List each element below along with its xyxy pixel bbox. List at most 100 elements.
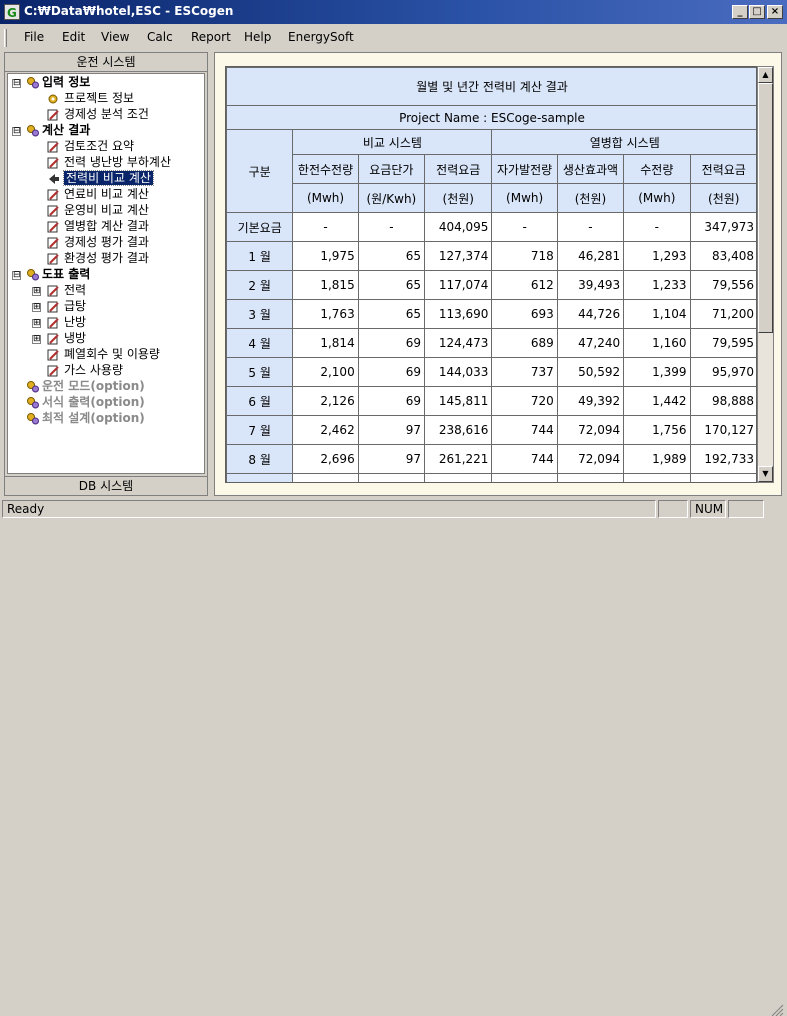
table-cell: 404,095	[424, 212, 493, 242]
tree-item-review-summary[interactable]: 검토조건 요약	[64, 139, 134, 155]
column-header: 전력요금	[424, 154, 493, 184]
arrow-left-icon	[49, 174, 59, 184]
table-cell: 65	[357, 299, 426, 329]
collapse-icon[interactable]: ⊟	[12, 79, 21, 88]
tree-item-cogen-results[interactable]: 열병합 계산 결과	[64, 219, 149, 235]
tree-item-economic-eval[interactable]: 경제성 평가 결과	[64, 235, 149, 251]
operation-system-tab[interactable]: 운전 시스템	[5, 53, 207, 72]
app-icon[interactable]: G	[4, 4, 20, 20]
menu-view[interactable]: View	[101, 30, 129, 44]
tree-node-form-output[interactable]: 서식 출력(option)	[42, 395, 145, 411]
row-label: 기본요금	[226, 212, 294, 242]
table-cell: 145,811	[424, 386, 493, 416]
group-header-cogen: 열병합 시스템	[491, 129, 756, 155]
table-cell: 49,392	[556, 386, 625, 416]
row-label: 9 월	[226, 473, 294, 482]
scroll-up-button[interactable]: ▲	[758, 67, 773, 83]
table-row: 3 월 1,763 65 113,690 693 44,726 1,104 71,200	[226, 299, 756, 329]
close-button[interactable]: ×	[767, 5, 783, 19]
table-cell: 49,392	[556, 473, 625, 482]
tree-node-operation-mode[interactable]: 운전 모드(option)	[42, 379, 145, 395]
unit-header: (Mwh)	[491, 183, 558, 213]
table-cell: 124,473	[424, 328, 493, 358]
status-text: Ready	[2, 500, 656, 518]
table-cell: 97	[357, 444, 426, 474]
tree-node-input-info[interactable]: 입력 정보	[42, 75, 90, 91]
tools-group-icon	[27, 397, 39, 409]
unit-header: (Mwh)	[292, 183, 359, 213]
table-cell: 744	[491, 444, 558, 474]
row-label: 4 월	[226, 328, 294, 358]
table-cell: 39,493	[556, 270, 625, 300]
title-bar[interactable]: G C:₩Data₩hotel,ESC - ESCogen _ □ ×	[0, 0, 787, 24]
tree-item-load-calc[interactable]: 전력 냉난방 부하계산	[64, 155, 171, 171]
column-header: 생산효과액	[556, 154, 625, 184]
tree-item-fuel-cost[interactable]: 연료비 비교 계산	[64, 187, 149, 203]
row-label: 7 월	[226, 415, 294, 445]
menu-energysoft[interactable]: EnergySoft	[288, 30, 354, 44]
table-row: 4 월 1,814 69 124,473 689 47,240 1,160 79,595	[226, 328, 756, 358]
table-cell: 95,970	[689, 357, 756, 387]
tree-item-electricity-cost[interactable]: 전력비 비교 계산	[63, 170, 154, 187]
scroll-thumb[interactable]	[758, 83, 773, 333]
table-row: 5 월 2,100 69 144,033 737 50,592 1,399 95,970	[226, 357, 756, 387]
tree-node-chart-output[interactable]: 도표 출력	[42, 267, 90, 283]
pencil-doc-icon	[47, 109, 59, 121]
tree-item-chart-electricity[interactable]: 전력	[64, 283, 86, 299]
tree-node-calc-results[interactable]: 계산 결과	[42, 123, 90, 139]
tree-node-optimal-design[interactable]: 최적 설계(option)	[42, 411, 145, 427]
maximize-button[interactable]: □	[749, 5, 765, 19]
tree-item-chart-gas[interactable]: 가스 사용량	[64, 363, 123, 379]
table-cell: 170,127	[689, 415, 756, 445]
expand-icon[interactable]: ⊞	[32, 303, 41, 312]
tree-item-economic-conditions[interactable]: 경제성 분석 조건	[64, 107, 149, 123]
table-row: 9 월2,56669176,04072049,3921,882129,117	[226, 473, 756, 482]
menu-grip	[4, 29, 7, 47]
table-cell: 47,240	[556, 328, 625, 358]
column-header-row: 한전수전량 요금단가 전력요금 자가발전량 생산효과액 수전량 전력요금	[227, 154, 756, 184]
pencil-doc-icon	[47, 205, 59, 217]
tree-item-project-info[interactable]: 프로젝트 정보	[64, 91, 134, 107]
menu-help[interactable]: Help	[244, 30, 271, 44]
expand-icon[interactable]: ⊞	[32, 319, 41, 328]
menu-file[interactable]: File	[24, 30, 44, 44]
status-pane-cap	[658, 500, 688, 518]
status-pane-scrl	[728, 500, 764, 518]
pencil-doc-icon	[47, 141, 59, 153]
pencil-doc-icon	[47, 333, 59, 345]
collapse-icon[interactable]: ⊟	[12, 127, 21, 136]
tree-item-environment-eval[interactable]: 환경성 평가 결과	[64, 251, 149, 267]
pencil-doc-icon	[47, 285, 59, 297]
table-cell: 71,200	[689, 299, 756, 329]
table-cell: 65	[357, 270, 426, 300]
electricity-cost-table: 월별 및 년간 전력비 계산 결과 Project Name : ESCoge-…	[226, 67, 756, 482]
table-cell: 238,616	[424, 415, 493, 445]
table-cell: 1,293	[623, 241, 691, 271]
table-cell: 72,094	[556, 415, 625, 445]
minimize-button[interactable]: _	[732, 5, 748, 19]
pencil-doc-icon	[47, 301, 59, 313]
expand-icon[interactable]: ⊞	[32, 335, 41, 344]
tree-item-chart-waste-heat[interactable]: 폐열회수 및 이용량	[64, 347, 160, 363]
table-cell: 1,815	[292, 270, 359, 300]
table-cell: 127,374	[424, 241, 493, 271]
table-cell: -	[292, 212, 359, 242]
menu-calc[interactable]: Calc	[147, 30, 173, 44]
tree-item-operating-cost[interactable]: 운영비 비교 계산	[64, 203, 149, 219]
selected-label: 전력비 비교 계산	[63, 170, 154, 186]
vertical-scrollbar[interactable]: ▲ ▼	[757, 66, 774, 483]
scroll-down-button[interactable]: ▼	[758, 466, 773, 482]
resize-grip-icon[interactable]	[770, 1004, 784, 1016]
group-header-compare: 비교 시스템	[292, 129, 493, 155]
menu-report[interactable]: Report	[191, 30, 231, 44]
tree-item-chart-hot-water[interactable]: 급탕	[64, 299, 86, 315]
tree-item-chart-heating[interactable]: 난방	[64, 315, 86, 331]
tree-item-chart-cooling[interactable]: 냉방	[64, 331, 86, 347]
table-cell: 79,595	[689, 328, 756, 358]
db-system-tab[interactable]: DB 시스템	[5, 476, 207, 495]
table-cell: 50,592	[556, 357, 625, 387]
expand-icon[interactable]: ⊞	[32, 287, 41, 296]
menu-edit[interactable]: Edit	[62, 30, 85, 44]
collapse-icon[interactable]: ⊟	[12, 271, 21, 280]
tree-view[interactable]: ⊟ 입력 정보 프로젝트 정보 경제성 분석 조건 ⊟ 계산 결과 검토조건 요…	[7, 73, 205, 474]
